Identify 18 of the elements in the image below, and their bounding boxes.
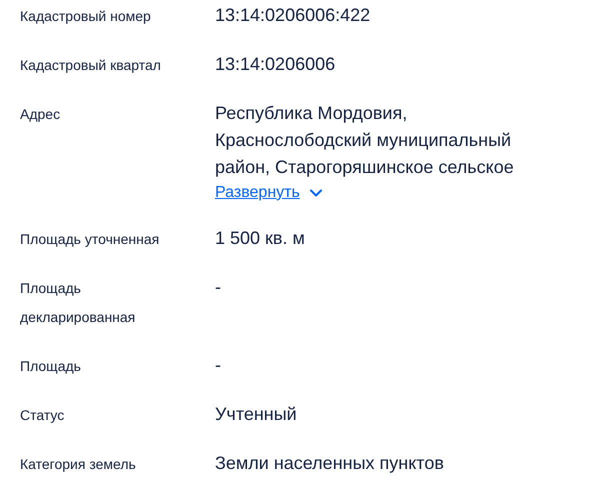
field-label: Кадастровый номер bbox=[20, 7, 152, 26]
field-label: Адрес bbox=[20, 105, 62, 124]
field-value: - bbox=[215, 276, 222, 299]
field-value: Республика Мордовия, Краснослободский муниципальный район, Старогоряшинское сельское bbox=[215, 102, 515, 179]
field-label: Кадастровый квартал bbox=[20, 56, 162, 75]
field-value: Земли населенных пунктов bbox=[215, 452, 445, 475]
field-value: 13:14:0206006 bbox=[215, 53, 336, 76]
field-value: 13:14:0206006:422 bbox=[215, 4, 372, 27]
field-value: Учтенный bbox=[215, 403, 298, 426]
expand-link[interactable]: Развернуть bbox=[215, 181, 322, 205]
field-value: 1 500 кв. м bbox=[215, 227, 306, 250]
field-label: Площадь уточненная bbox=[20, 230, 160, 249]
field-label: Статус bbox=[20, 406, 66, 425]
chevron-down-icon bbox=[310, 189, 322, 197]
field-label: Площадь декларированная bbox=[20, 279, 136, 327]
field-label: Площадь bbox=[20, 357, 82, 376]
field-value: - bbox=[215, 354, 222, 377]
field-label: Категория земель bbox=[20, 455, 137, 474]
